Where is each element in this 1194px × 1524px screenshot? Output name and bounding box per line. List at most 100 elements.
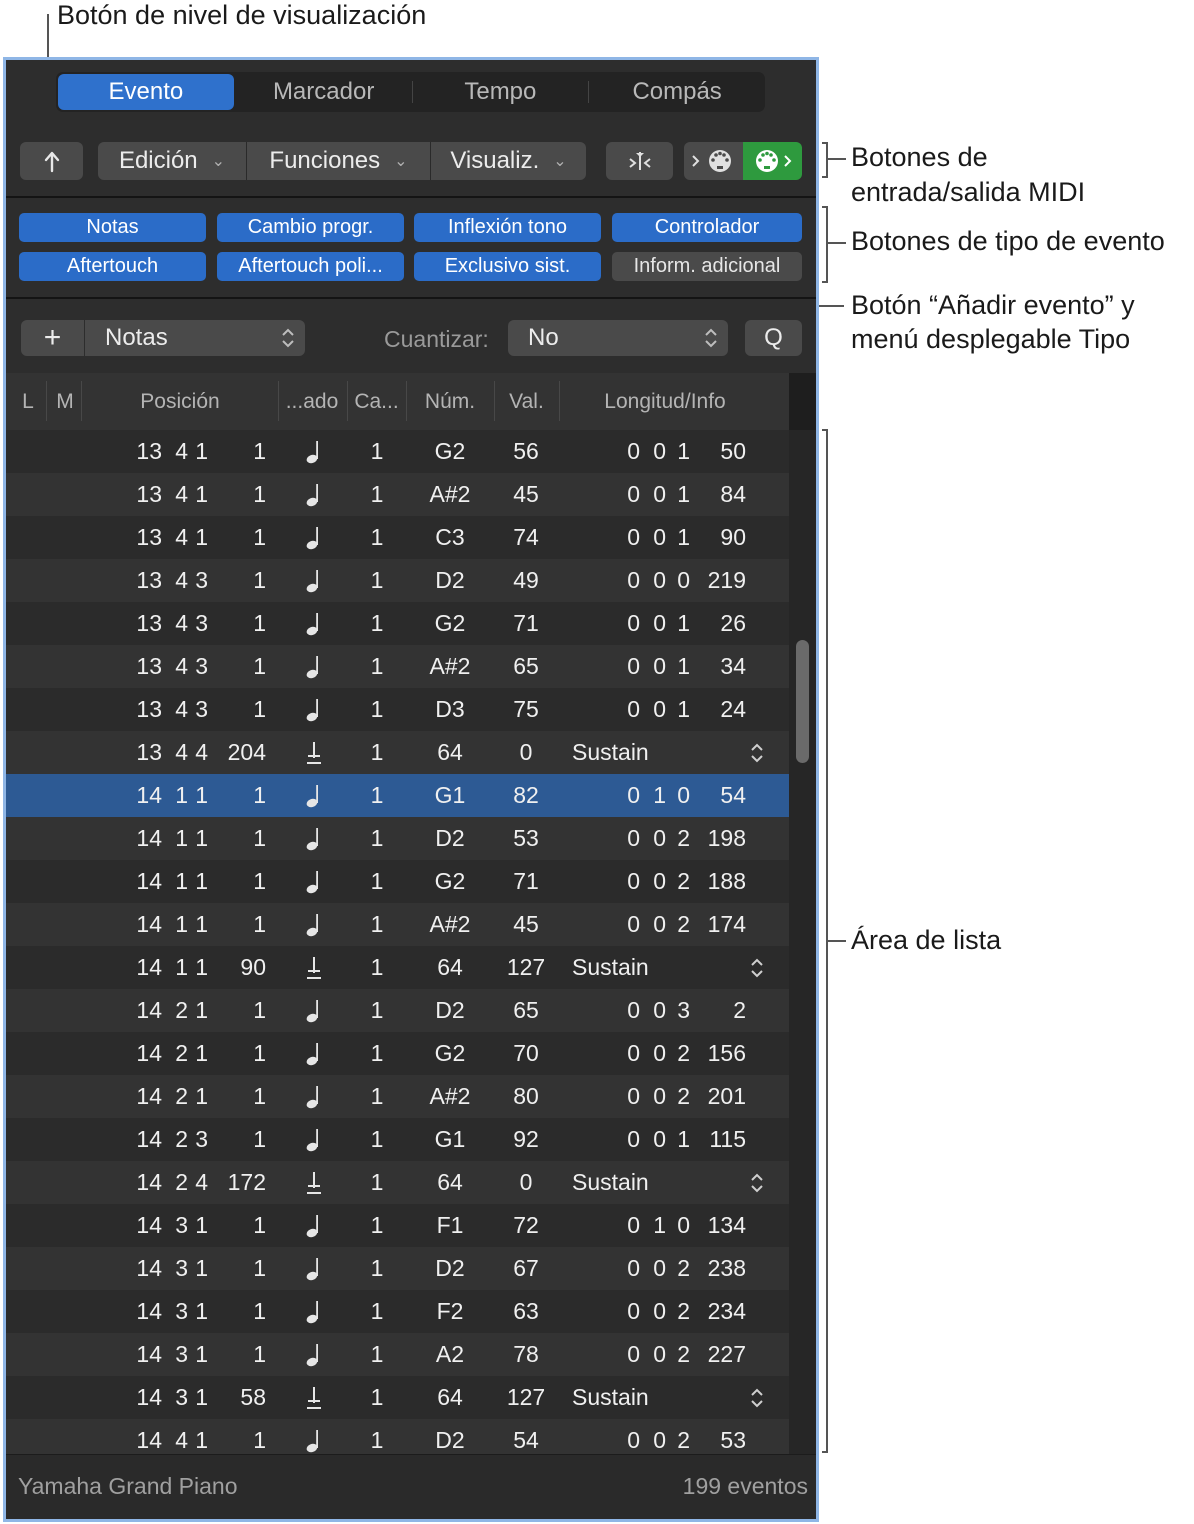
controller-icon bbox=[302, 1376, 326, 1419]
column-l[interactable]: L bbox=[14, 373, 42, 430]
table-row[interactable]: 13 4 3 1 1 D3 75 0 0 1 24 bbox=[6, 688, 789, 731]
length-part: 174 bbox=[707, 911, 746, 937]
edit-menu[interactable]: Edición ⌄ bbox=[98, 142, 246, 180]
event-type-controller[interactable]: Controlador bbox=[612, 213, 802, 242]
column-value[interactable]: Val. bbox=[495, 373, 558, 430]
table-row[interactable]: 13 4 4 204 1 64 0 Sustain bbox=[6, 731, 789, 774]
quantize-label: Cuantizar: bbox=[384, 326, 489, 352]
quantize-popup[interactable]: No bbox=[508, 320, 728, 356]
column-status[interactable]: ...ado bbox=[279, 373, 345, 430]
column-channel[interactable]: Ca... bbox=[348, 373, 405, 430]
channel-cell: 1 bbox=[370, 524, 384, 550]
table-row[interactable]: 14 2 1 1 1 A#2 80 0 0 2 201 bbox=[6, 1075, 789, 1118]
up-down-chevron-icon bbox=[705, 328, 717, 348]
tab-tempo[interactable]: Tempo bbox=[413, 72, 589, 112]
column-number[interactable]: Núm. bbox=[407, 373, 493, 430]
scrollbar-thumb[interactable] bbox=[796, 640, 809, 763]
quarter-note-icon bbox=[302, 430, 326, 473]
position-part: 1 bbox=[195, 1212, 208, 1238]
table-row[interactable]: 14 3 1 58 1 64 127 Sustain bbox=[6, 1376, 789, 1419]
position-part: 13 bbox=[136, 481, 162, 507]
table-row[interactable]: 13 4 1 1 1 A#2 45 0 0 1 84 bbox=[6, 473, 789, 516]
event-type-popup[interactable]: Notas bbox=[85, 320, 305, 356]
add-event-button[interactable]: + bbox=[21, 320, 84, 356]
length-part: 2 bbox=[677, 911, 690, 937]
number-cell: 64 bbox=[437, 1169, 463, 1195]
position-part: 14 bbox=[136, 1212, 162, 1238]
channel-cell: 1 bbox=[370, 1341, 384, 1367]
channel-cell: 1 bbox=[370, 868, 384, 894]
value-cell: 71 bbox=[513, 610, 539, 636]
up-down-chevron-icon[interactable] bbox=[750, 1387, 764, 1409]
length-part: 1 bbox=[677, 481, 690, 507]
table-row[interactable]: 14 2 1 1 1 G2 70 0 0 2 156 bbox=[6, 1032, 789, 1075]
table-row[interactable]: 13 4 3 1 1 D2 49 0 0 0 219 bbox=[6, 559, 789, 602]
midi-in-icon bbox=[691, 150, 731, 172]
position-part: 4 bbox=[175, 696, 188, 722]
midi-out-button[interactable] bbox=[743, 142, 802, 180]
view-menu[interactable]: Visualiz. ⌄ bbox=[431, 142, 586, 180]
event-type-aftertouch[interactable]: Aftertouch bbox=[19, 252, 206, 281]
channel-cell: 1 bbox=[370, 1083, 384, 1109]
functions-menu[interactable]: Funciones ⌄ bbox=[247, 142, 430, 180]
event-type-additional-info[interactable]: Inform. adicional bbox=[612, 252, 802, 281]
value-cell: 54 bbox=[513, 1427, 539, 1453]
up-down-chevron-icon[interactable] bbox=[750, 742, 764, 764]
value-cell: 78 bbox=[513, 1341, 539, 1367]
tab-marker[interactable]: Marcador bbox=[236, 72, 412, 112]
table-row[interactable]: 13 4 3 1 1 A#2 65 0 0 1 34 bbox=[6, 645, 789, 688]
table-row[interactable]: 14 3 1 1 1 D2 67 0 0 2 238 bbox=[6, 1247, 789, 1290]
length-part: 24 bbox=[720, 696, 746, 722]
length-part: 0 bbox=[627, 782, 640, 808]
table-row-selected[interactable]: 14 1 1 1 1 G1 82 0 1 0 54 bbox=[6, 774, 789, 817]
number-cell: D2 bbox=[435, 1427, 465, 1453]
event-type-sysex[interactable]: Exclusivo sist. bbox=[414, 252, 601, 281]
view-level-button[interactable] bbox=[20, 142, 83, 180]
event-type-notes[interactable]: Notas bbox=[19, 213, 206, 242]
table-row[interactable]: 14 2 3 1 1 G1 92 0 0 1 115 bbox=[6, 1118, 789, 1161]
table-row[interactable]: 13 4 1 1 1 G2 56 0 0 1 50 bbox=[6, 430, 789, 473]
column-m[interactable]: M bbox=[48, 373, 82, 430]
number-cell: G2 bbox=[434, 610, 466, 636]
tab-event[interactable]: Evento bbox=[58, 74, 234, 110]
table-row[interactable]: 14 3 1 1 1 A2 78 0 0 2 227 bbox=[6, 1333, 789, 1376]
table-row[interactable]: 14 3 1 1 1 F2 63 0 0 2 234 bbox=[6, 1290, 789, 1333]
value-cell: 80 bbox=[513, 1083, 539, 1109]
vertical-scrollbar[interactable] bbox=[789, 430, 816, 1454]
chevron-down-icon: ⌄ bbox=[394, 153, 408, 170]
up-down-chevron-icon[interactable] bbox=[750, 957, 764, 979]
position-part: 14 bbox=[136, 1083, 162, 1109]
tab-signature[interactable]: Compás bbox=[589, 72, 765, 112]
midi-in-button[interactable] bbox=[684, 142, 743, 180]
position-part: 14 bbox=[136, 954, 162, 980]
event-type-poly-aftertouch[interactable]: Aftertouch poli... bbox=[217, 252, 404, 281]
event-type-pitch-bend[interactable]: Inflexión tono bbox=[414, 213, 601, 242]
catch-button[interactable] bbox=[606, 142, 673, 180]
table-row[interactable]: 14 4 1 1 1 D2 54 0 0 2 53 bbox=[6, 1419, 789, 1454]
quantize-q-button[interactable]: Q bbox=[745, 320, 802, 356]
table-row[interactable]: 14 1 1 1 1 A#2 45 0 0 2 174 bbox=[6, 903, 789, 946]
position-part: 3 bbox=[195, 696, 208, 722]
table-row[interactable]: 14 1 1 90 1 64 127 Sustain bbox=[6, 946, 789, 989]
table-row[interactable]: 13 4 3 1 1 G2 71 0 0 1 26 bbox=[6, 602, 789, 645]
column-length-info[interactable]: Longitud/Info bbox=[560, 373, 770, 430]
column-position[interactable]: Posición bbox=[82, 373, 278, 430]
up-down-chevron-icon[interactable] bbox=[750, 1172, 764, 1194]
table-row[interactable]: 14 3 1 1 1 F1 72 0 1 0 134 bbox=[6, 1204, 789, 1247]
position-part: 13 bbox=[136, 438, 162, 464]
table-row[interactable]: 14 2 4 172 1 64 0 Sustain bbox=[6, 1161, 789, 1204]
position-part: 1 bbox=[175, 911, 188, 937]
callout-add-event-1: Botón “Añadir evento” y bbox=[851, 290, 1135, 320]
table-row[interactable]: 14 1 1 1 1 D2 53 0 0 2 198 bbox=[6, 817, 789, 860]
event-type-program-change[interactable]: Cambio progr. bbox=[217, 213, 404, 242]
table-row[interactable]: 14 1 1 1 1 G2 71 0 0 2 188 bbox=[6, 860, 789, 903]
table-row[interactable]: 13 4 1 1 1 C3 74 0 0 1 90 bbox=[6, 516, 789, 559]
length-part: 0 bbox=[653, 1298, 666, 1324]
position-part: 14 bbox=[136, 868, 162, 894]
table-row[interactable]: 14 2 1 1 1 D2 65 0 0 3 2 bbox=[6, 989, 789, 1032]
quarter-note-icon bbox=[302, 1075, 326, 1118]
number-cell: A#2 bbox=[429, 1083, 471, 1109]
position-part: 1 bbox=[195, 524, 208, 550]
info-cell: Sustain bbox=[572, 1169, 649, 1195]
event-list-area[interactable]: 13 4 1 1 1 G2 56 0 0 1 50 13 4 1 1 1 A#2 45 0 0 1 84 13 4 1 1 1 C3 7… bbox=[6, 430, 789, 1454]
